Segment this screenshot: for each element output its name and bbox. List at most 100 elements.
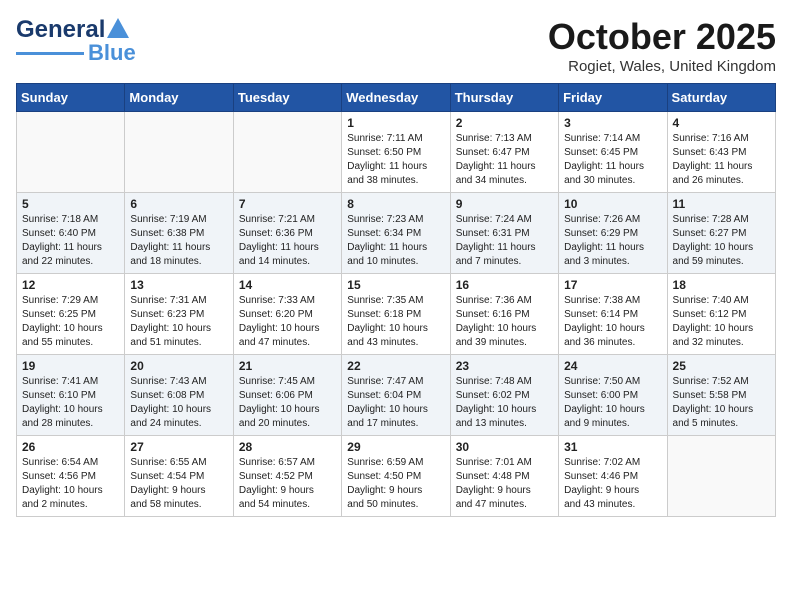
- day-number: 17: [564, 278, 661, 292]
- day-number: 19: [22, 359, 119, 373]
- cell-text: and 9 minutes.: [564, 417, 661, 431]
- calendar-cell: 28Sunrise: 6:57 AMSunset: 4:52 PMDayligh…: [233, 436, 341, 517]
- cell-text: and 2 minutes.: [22, 498, 119, 512]
- cell-text: Sunset: 6:18 PM: [347, 308, 444, 322]
- cell-text: Sunrise: 7:21 AM: [239, 213, 336, 227]
- calendar-cell: 11Sunrise: 7:28 AMSunset: 6:27 PMDayligh…: [667, 193, 775, 274]
- calendar-cell: 7Sunrise: 7:21 AMSunset: 6:36 PMDaylight…: [233, 193, 341, 274]
- weekday-header-friday: Friday: [559, 84, 667, 112]
- cell-text: Sunrise: 7:36 AM: [456, 294, 553, 308]
- day-number: 16: [456, 278, 553, 292]
- cell-text: Daylight: 10 hours: [22, 403, 119, 417]
- cell-text: Sunrise: 6:59 AM: [347, 456, 444, 470]
- calendar-cell: [17, 112, 125, 193]
- calendar-cell: 10Sunrise: 7:26 AMSunset: 6:29 PMDayligh…: [559, 193, 667, 274]
- cell-text: and 59 minutes.: [673, 255, 770, 269]
- cell-text: Daylight: 11 hours: [673, 160, 770, 174]
- cell-text: Daylight: 11 hours: [456, 241, 553, 255]
- cell-text: Sunset: 6:29 PM: [564, 227, 661, 241]
- day-number: 22: [347, 359, 444, 373]
- cell-text: Sunset: 6:50 PM: [347, 146, 444, 160]
- day-number: 30: [456, 440, 553, 454]
- cell-text: Daylight: 11 hours: [347, 241, 444, 255]
- cell-text: Sunset: 6:08 PM: [130, 389, 227, 403]
- calendar-cell: 9Sunrise: 7:24 AMSunset: 6:31 PMDaylight…: [450, 193, 558, 274]
- calendar-cell: 29Sunrise: 6:59 AMSunset: 4:50 PMDayligh…: [342, 436, 450, 517]
- cell-text: Sunset: 4:56 PM: [22, 470, 119, 484]
- day-number: 4: [673, 116, 770, 130]
- weekday-header-wednesday: Wednesday: [342, 84, 450, 112]
- logo-blue: Blue: [88, 40, 136, 66]
- cell-text: Daylight: 10 hours: [456, 322, 553, 336]
- cell-text: Daylight: 10 hours: [564, 403, 661, 417]
- cell-text: and 14 minutes.: [239, 255, 336, 269]
- cell-text: Sunrise: 7:01 AM: [456, 456, 553, 470]
- day-number: 21: [239, 359, 336, 373]
- day-number: 6: [130, 197, 227, 211]
- week-row-5: 26 Sunrise: 6:54 AMSunset: 4:56 PM Dayligh…: [17, 436, 776, 517]
- day-number: 7: [239, 197, 336, 211]
- cell-text: Sunset: 6:10 PM: [22, 389, 119, 403]
- cell-text: Sunset: 4:46 PM: [564, 470, 661, 484]
- day-number: 24: [564, 359, 661, 373]
- cell-text: and 51 minutes.: [130, 336, 227, 350]
- cell-text: Daylight: 10 hours: [347, 403, 444, 417]
- cell-text: and 38 minutes.: [347, 174, 444, 188]
- day-number: 9: [456, 197, 553, 211]
- day-number: 15: [347, 278, 444, 292]
- calendar-cell: 5Sunrise: 7:18 AMSunset: 6:40 PMDaylight…: [17, 193, 125, 274]
- cell-text: Daylight: 11 hours: [130, 241, 227, 255]
- cell-text: Sunrise: 7:23 AM: [347, 213, 444, 227]
- cell-text: Sunrise: 7:19 AM: [130, 213, 227, 227]
- weekday-header-row: SundayMondayTuesdayWednesdayThursdayFrid…: [17, 84, 776, 112]
- cell-text: Sunrise: 7:29 AM: [22, 294, 119, 308]
- cell-text: Sunset: 6:25 PM: [22, 308, 119, 322]
- cell-text: Daylight: 11 hours: [347, 160, 444, 174]
- cell-text: and 55 minutes.: [22, 336, 119, 350]
- cell-text: Daylight: 9 hours: [564, 484, 661, 498]
- day-number: 23: [456, 359, 553, 373]
- cell-text: Sunrise: 7:41 AM: [22, 375, 119, 389]
- cell-text: Sunset: 4:48 PM: [456, 470, 553, 484]
- week-row-3: 12 Sunrise: 7:29 AMSunset: 6:25 PM Dayligh…: [17, 274, 776, 355]
- calendar-cell: 16Sunrise: 7:36 AMSunset: 6:16 PMDayligh…: [450, 274, 558, 355]
- cell-text: Sunrise: 6:54 AM: [22, 456, 119, 470]
- cell-text: and 54 minutes.: [239, 498, 336, 512]
- cell-text: Sunset: 6:20 PM: [239, 308, 336, 322]
- cell-text: Daylight: 10 hours: [673, 322, 770, 336]
- cell-text: and 36 minutes.: [564, 336, 661, 350]
- weekday-header-tuesday: Tuesday: [233, 84, 341, 112]
- calendar-cell: 8Sunrise: 7:23 AMSunset: 6:34 PMDaylight…: [342, 193, 450, 274]
- calendar-cell: 6Sunrise: 7:19 AMSunset: 6:38 PMDaylight…: [125, 193, 233, 274]
- calendar-cell: 12Sunrise: 7:29 AMSunset: 6:25 PMDayligh…: [17, 274, 125, 355]
- logo-icon: [107, 18, 129, 38]
- cell-text: Daylight: 9 hours: [130, 484, 227, 498]
- cell-text: Sunrise: 7:50 AM: [564, 375, 661, 389]
- cell-text: Sunrise: 7:31 AM: [130, 294, 227, 308]
- cell-text: Daylight: 9 hours: [347, 484, 444, 498]
- cell-text: Sunset: 6:34 PM: [347, 227, 444, 241]
- day-number: 10: [564, 197, 661, 211]
- cell-text: Sunrise: 7:47 AM: [347, 375, 444, 389]
- cell-text: and 47 minutes.: [456, 498, 553, 512]
- cell-text: and 10 minutes.: [347, 255, 444, 269]
- cell-text: Daylight: 10 hours: [239, 322, 336, 336]
- cell-text: Sunrise: 7:45 AM: [239, 375, 336, 389]
- day-number: 25: [673, 359, 770, 373]
- cell-text: Sunset: 5:58 PM: [673, 389, 770, 403]
- cell-text: Sunrise: 7:18 AM: [22, 213, 119, 227]
- calendar-cell: 19 Sunrise: 7:41 AMSunset: 6:10 PMDayligh…: [17, 355, 125, 436]
- cell-text: and 3 minutes.: [564, 255, 661, 269]
- cell-text: and 18 minutes.: [130, 255, 227, 269]
- week-row-2: 5Sunrise: 7:18 AMSunset: 6:40 PMDaylight…: [17, 193, 776, 274]
- cell-text: Sunset: 6:00 PM: [564, 389, 661, 403]
- cell-text: Sunrise: 7:13 AM: [456, 132, 553, 146]
- cell-text: Sunrise: 6:55 AM: [130, 456, 227, 470]
- cell-text: Daylight: 10 hours: [564, 322, 661, 336]
- page-header: General Blue October 2025 Rogiet, Wales,…: [16, 16, 776, 75]
- cell-text: Daylight: 9 hours: [456, 484, 553, 498]
- day-number: 12: [22, 278, 119, 292]
- cell-text: and 58 minutes.: [130, 498, 227, 512]
- cell-text: Sunrise: 7:43 AM: [130, 375, 227, 389]
- day-number: 26: [22, 440, 119, 454]
